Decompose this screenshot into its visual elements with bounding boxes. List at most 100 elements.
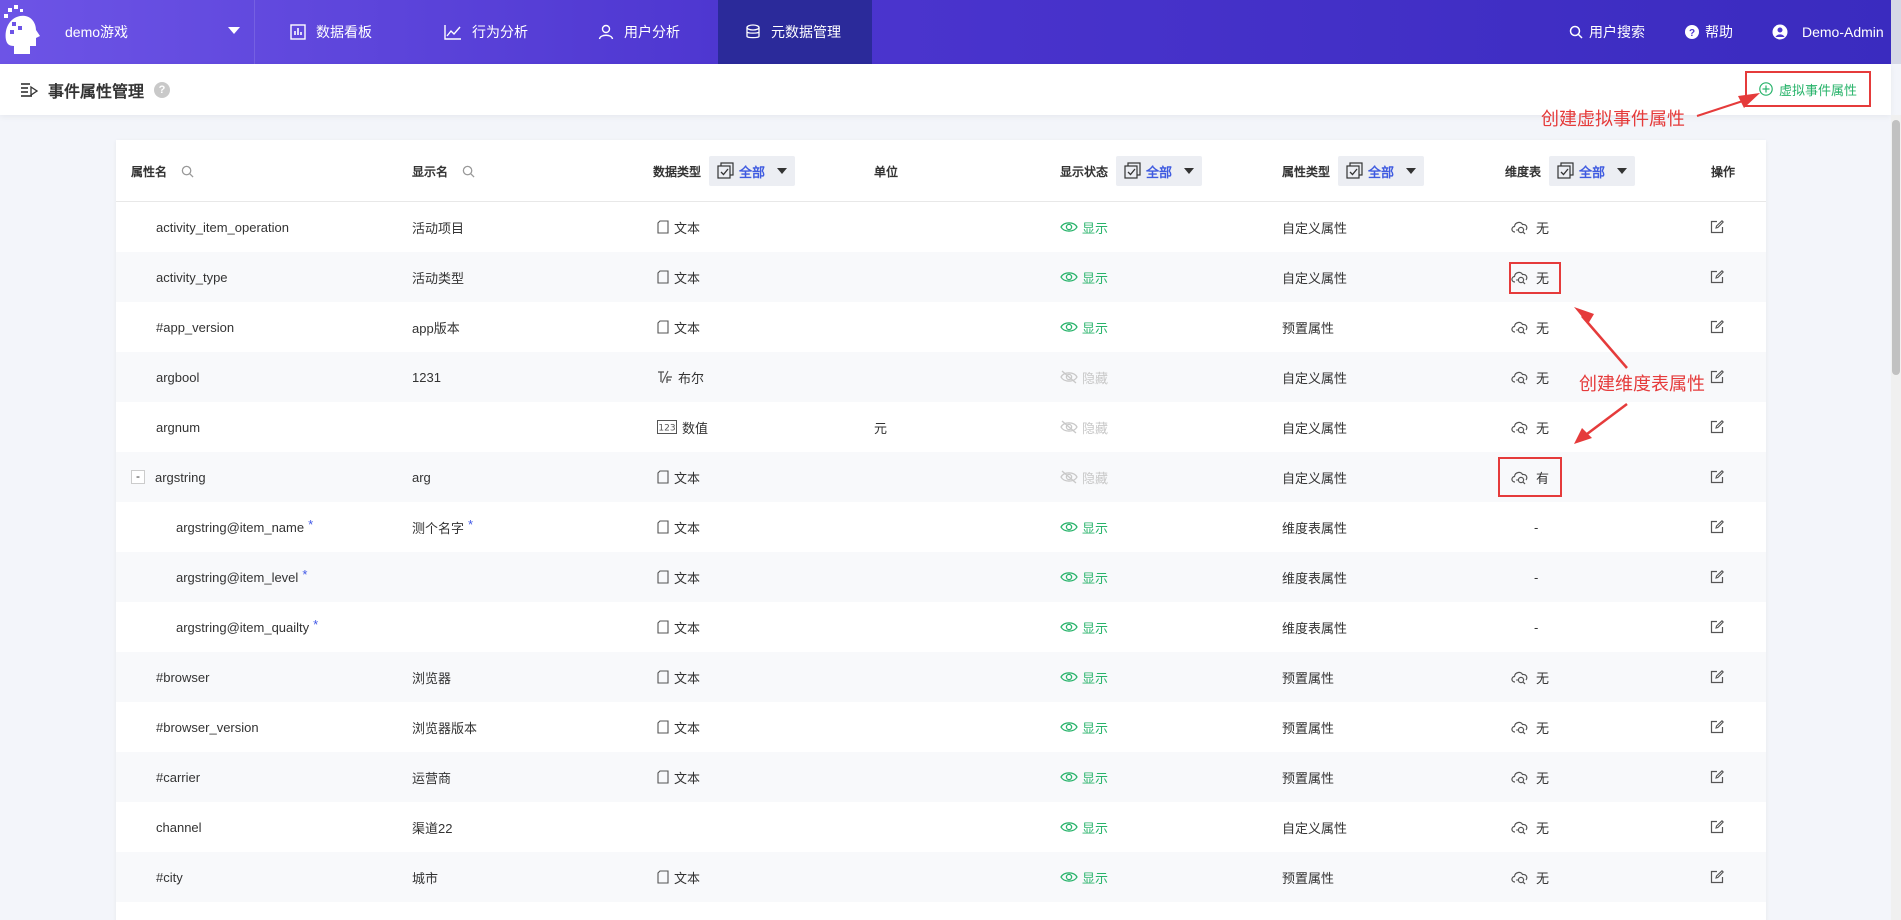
dim-cell[interactable]: 无 — [1510, 802, 1549, 852]
edit-icon[interactable] — [1710, 720, 1724, 734]
data-type-filter[interactable]: 全部 — [709, 156, 796, 186]
attr-name-cell: argstring@item_level * — [176, 552, 307, 602]
edit-icon[interactable] — [1710, 870, 1724, 884]
status-cell[interactable]: 显示 — [1060, 252, 1108, 302]
dim-cell[interactable]: 无 — [1510, 752, 1549, 802]
status-cell[interactable]: 显示 — [1060, 702, 1108, 752]
status-cell[interactable]: 显示 — [1060, 752, 1108, 802]
game-selector[interactable]: demo游戏 — [50, 0, 255, 64]
status-cell[interactable]: 显示 — [1060, 502, 1108, 552]
edit-action-cell[interactable] — [1710, 552, 1724, 602]
status-cell[interactable]: 隐藏 — [1060, 402, 1108, 452]
status-cell[interactable]: 显示 — [1060, 552, 1108, 602]
edit-icon[interactable] — [1710, 620, 1724, 634]
status-cell[interactable]: 显示 — [1060, 852, 1108, 902]
filter-value: 全部 — [739, 164, 766, 180]
status-cell[interactable]: 隐藏 — [1060, 352, 1108, 402]
nav-behavior[interactable]: 行为分析 — [444, 0, 528, 64]
virtual-event-attr-button[interactable]: 虚拟事件属性 — [1745, 71, 1871, 107]
attr-name-cell: - argstring — [131, 452, 206, 502]
edit-action-cell[interactable] — [1710, 202, 1724, 252]
scrollbar-thumb[interactable] — [1892, 120, 1900, 375]
edit-action-cell[interactable] — [1710, 302, 1724, 352]
edit-action-cell[interactable] — [1710, 402, 1724, 452]
data-type-cell: 文本 — [657, 652, 700, 702]
user-search-button[interactable]: 用户搜索 — [1569, 0, 1645, 64]
data-type-cell: 布尔 — [657, 352, 704, 402]
dim-cell[interactable]: 无 — [1510, 302, 1549, 352]
col-action: 操作 — [1711, 140, 1735, 202]
table-row: #carrier 运营商 文本 显示 预置属性 无 — [116, 752, 1766, 802]
text-type-icon — [657, 620, 669, 634]
search-icon[interactable] — [181, 165, 194, 178]
edit-icon[interactable] — [1710, 820, 1724, 834]
attr-type: 预置属性 — [1282, 870, 1335, 886]
edit-action-cell[interactable] — [1710, 252, 1724, 302]
edit-icon[interactable] — [1710, 470, 1724, 484]
status-cell[interactable]: 显示 — [1060, 202, 1108, 252]
nav-metadata[interactable]: 元数据管理 — [718, 0, 872, 64]
status-cell[interactable]: 显示 — [1060, 652, 1108, 702]
edit-action-cell[interactable] — [1710, 502, 1724, 552]
display-name: arg — [412, 469, 431, 485]
attr-type: 自定义属性 — [1282, 220, 1348, 236]
edit-action-cell[interactable] — [1710, 702, 1724, 752]
attr-type: 自定义属性 — [1282, 470, 1348, 486]
col-data-type: 数据类型 全部 — [653, 140, 796, 202]
edit-icon[interactable] — [1710, 770, 1724, 784]
help-mark-icon[interactable]: ? — [154, 81, 171, 98]
account-menu[interactable]: Demo-Admin — [1772, 0, 1884, 64]
attr-type: 自定义属性 — [1282, 370, 1348, 386]
edit-action-cell[interactable] — [1710, 752, 1724, 802]
dim-cell[interactable]: 无 — [1510, 852, 1549, 902]
status-filter[interactable]: 全部 — [1116, 156, 1203, 186]
dim-cell[interactable]: 无 — [1510, 652, 1549, 702]
table-row: #browser 浏览器 文本 显示 预置属性 无 — [116, 652, 1766, 702]
nav-dashboard[interactable]: 数据看板 — [290, 0, 372, 64]
required-mark: * — [302, 566, 308, 582]
edit-icon[interactable] — [1710, 270, 1724, 284]
edit-action-cell[interactable] — [1710, 802, 1724, 852]
edit-icon[interactable] — [1710, 670, 1724, 684]
caret-down-icon — [1184, 168, 1195, 174]
status-cell[interactable]: 显示 — [1060, 602, 1108, 652]
nav-user-analysis[interactable]: 用户分析 — [598, 0, 680, 64]
dim-filter[interactable]: 全部 — [1549, 156, 1636, 186]
status: 显示 — [1082, 820, 1109, 836]
data-type: 文本 — [674, 570, 701, 586]
attr-name-cell: activity_type — [156, 252, 228, 302]
dim-cell[interactable]: 无 — [1510, 702, 1549, 752]
attr-name: #app_version — [156, 319, 235, 335]
col-unit: 单位 — [874, 140, 898, 202]
user-search-label: 用户搜索 — [1589, 24, 1645, 40]
attr-type-cell: 预置属性 — [1282, 652, 1334, 702]
edit-action-cell[interactable] — [1710, 652, 1724, 702]
dim-cell[interactable]: 无 — [1510, 202, 1549, 252]
edit-icon[interactable] — [1710, 520, 1724, 534]
help-button[interactable]: ? 帮助 — [1685, 0, 1733, 64]
dim-cell[interactable]: 无 — [1510, 402, 1549, 452]
edit-icon[interactable] — [1710, 570, 1724, 584]
text-type-icon — [657, 220, 669, 234]
dim-cell[interactable]: 无 — [1510, 352, 1549, 402]
edit-action-cell[interactable] — [1710, 602, 1724, 652]
collapse-toggle[interactable]: - — [131, 470, 145, 484]
status-cell[interactable]: 显示 — [1060, 802, 1108, 852]
attr-type-filter[interactable]: 全部 — [1338, 156, 1425, 186]
attr-type: 自定义属性 — [1282, 420, 1348, 436]
edit-action-cell[interactable] — [1710, 852, 1724, 902]
search-icon[interactable] — [462, 165, 475, 178]
edit-action-cell[interactable] — [1710, 452, 1724, 502]
display-name: 渠道22 — [412, 820, 453, 836]
edit-icon[interactable] — [1710, 320, 1724, 334]
status-cell[interactable]: 显示 — [1060, 302, 1108, 352]
attr-name-cell: #browser — [156, 652, 209, 702]
data-type: 文本 — [674, 470, 701, 486]
edit-icon[interactable] — [1710, 220, 1724, 234]
logo[interactable] — [0, 0, 50, 64]
status-cell[interactable]: 隐藏 — [1060, 452, 1108, 502]
edit-icon[interactable] — [1710, 420, 1724, 434]
edit-action-cell[interactable] — [1710, 352, 1724, 402]
edit-icon[interactable] — [1710, 370, 1724, 384]
table-row: #browser_version 浏览器版本 文本 显示 预置属性 无 — [116, 702, 1766, 752]
